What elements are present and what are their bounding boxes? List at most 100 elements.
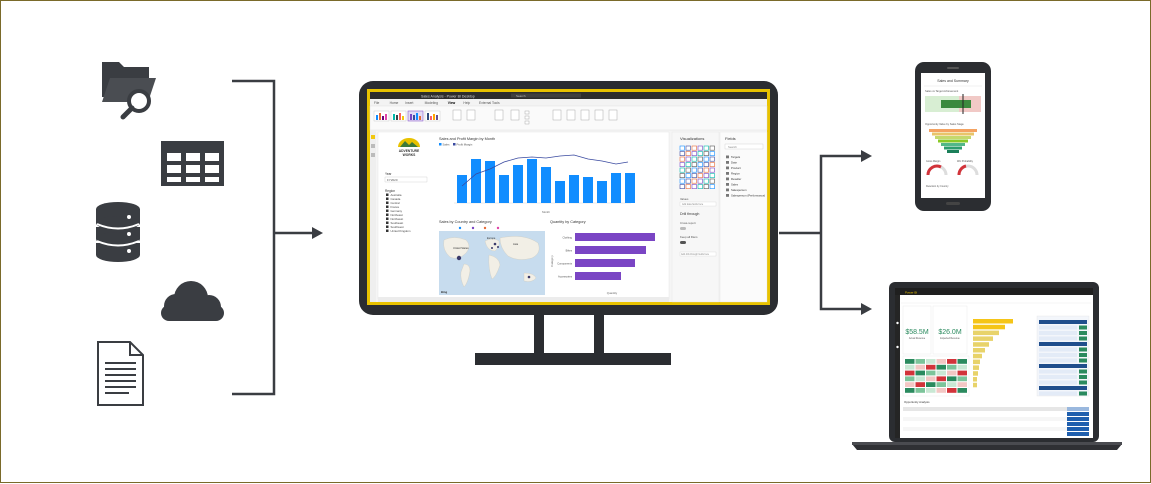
- visual-type-icon[interactable]: [697, 145, 703, 151]
- visual-type-icon[interactable]: [709, 167, 715, 173]
- visual-type-icon[interactable]: [685, 162, 691, 167]
- laptop-heat-cell: [905, 370, 915, 376]
- region-checkbox[interactable]: [386, 217, 389, 221]
- visual-type-icon[interactable]: [679, 173, 685, 178]
- chart1-bar[interactable]: [597, 181, 607, 203]
- ribbon-tab[interactable]: View: [448, 101, 456, 105]
- chart1-bar[interactable]: [555, 181, 565, 203]
- visual-type-icon[interactable]: [697, 173, 703, 178]
- visual-type-icon[interactable]: [679, 178, 685, 184]
- visual-type-icon[interactable]: [709, 184, 715, 189]
- visual-type-icon[interactable]: [697, 184, 703, 189]
- ribbon-tab[interactable]: Home: [390, 101, 399, 105]
- visual-type-icon[interactable]: [685, 178, 691, 184]
- ribbon-tab[interactable]: Insert: [405, 101, 413, 105]
- visual-type-icon[interactable]: [709, 173, 715, 178]
- visual-type-icon[interactable]: [697, 167, 703, 173]
- visual-type-icon[interactable]: [679, 167, 685, 173]
- chart1-bar[interactable]: [541, 167, 551, 203]
- visual-type-icon[interactable]: [703, 184, 709, 189]
- visual-type-icon[interactable]: [697, 151, 703, 156]
- visual-type-icon[interactable]: [691, 173, 697, 178]
- visual-type-icon[interactable]: [709, 156, 715, 162]
- chart1-bar[interactable]: [527, 159, 537, 203]
- region-checkbox[interactable]: [386, 201, 389, 205]
- chart1-bar[interactable]: [513, 165, 523, 203]
- ribbon-tab[interactable]: Help: [463, 101, 470, 105]
- visual-type-icon[interactable]: [709, 178, 715, 184]
- region-checkbox[interactable]: [386, 193, 389, 197]
- region-checkbox[interactable]: [386, 205, 389, 209]
- visual-type-icon[interactable]: [691, 162, 697, 167]
- visual-type-icon[interactable]: [703, 145, 709, 151]
- ribbon-tab[interactable]: File: [374, 101, 379, 105]
- visual-type-icon[interactable]: [691, 156, 697, 162]
- visual-type-icon[interactable]: [679, 145, 685, 151]
- visual-type-icon[interactable]: [685, 173, 691, 178]
- region-checkbox[interactable]: [386, 221, 389, 225]
- visual-type-icon[interactable]: [691, 184, 697, 189]
- visual-type-icon[interactable]: [703, 178, 709, 184]
- field-table[interactable]: Date: [731, 161, 737, 165]
- visual-type-icon[interactable]: [697, 162, 703, 167]
- chart3-bar[interactable]: [575, 233, 655, 241]
- visual-type-icon[interactable]: [679, 162, 685, 167]
- chart1-bar[interactable]: [611, 173, 621, 203]
- chart3-bar[interactable]: [575, 272, 621, 280]
- cross-report-toggle[interactable]: [680, 227, 686, 230]
- visual-type-icon[interactable]: [685, 156, 691, 162]
- ribbon-tab[interactable]: External Tools: [479, 101, 500, 105]
- visual-type-icon[interactable]: [703, 151, 709, 156]
- visual-type-icon[interactable]: [709, 162, 715, 167]
- field-table[interactable]: Salesperson (Performance): [731, 194, 765, 198]
- laptop-bar: [973, 371, 978, 376]
- chart1-bar[interactable]: [625, 173, 635, 203]
- visual-type-icon[interactable]: [703, 156, 709, 162]
- visual-type-icon[interactable]: [703, 162, 709, 167]
- chart1-bar[interactable]: [583, 177, 593, 203]
- field-table[interactable]: Region: [731, 172, 740, 176]
- field-table[interactable]: Salesperson: [731, 188, 747, 192]
- visual-type-icon[interactable]: [703, 167, 709, 173]
- region-checkbox[interactable]: [386, 197, 389, 201]
- keep-filters-toggle[interactable]: [680, 241, 686, 244]
- visual-type-icon[interactable]: [685, 145, 691, 151]
- field-table[interactable]: Reseller: [731, 177, 741, 181]
- phone-title: Sales and Summary: [937, 79, 969, 83]
- field-table[interactable]: Targets: [731, 155, 741, 159]
- visual-type-icon[interactable]: [697, 156, 703, 162]
- visual-type-icon[interactable]: [703, 173, 709, 178]
- visual-type-icon[interactable]: [679, 184, 685, 189]
- laptop-table-row: [903, 412, 1089, 416]
- search-box[interactable]: Search: [516, 94, 526, 98]
- chart1-bar[interactable]: [471, 159, 481, 203]
- region-checkbox[interactable]: [386, 213, 389, 217]
- chart1-bar[interactable]: [499, 175, 509, 203]
- field-table-icon: [726, 183, 729, 186]
- region-checkbox[interactable]: [386, 229, 389, 233]
- visual-type-icon[interactable]: [691, 178, 697, 184]
- visual-type-icon[interactable]: [685, 151, 691, 156]
- field-table[interactable]: Product: [731, 166, 741, 170]
- laptop-side-flag: [1079, 375, 1087, 379]
- laptop-heat-cell: [947, 388, 957, 393]
- ribbon-tab[interactable]: Modeling: [425, 101, 439, 105]
- visual-type-icon[interactable]: [685, 184, 691, 189]
- chart1-bar[interactable]: [457, 175, 467, 203]
- region-checkbox[interactable]: [386, 225, 389, 229]
- visual-type-icon[interactable]: [697, 178, 703, 184]
- visual-type-icon[interactable]: [691, 167, 697, 173]
- visual-type-icon[interactable]: [709, 151, 715, 156]
- region-checkbox[interactable]: [386, 209, 389, 213]
- chart3-bar[interactable]: [575, 259, 635, 267]
- chart1-bar[interactable]: [569, 175, 579, 203]
- chart3-bar[interactable]: [575, 246, 646, 254]
- laptop-bar: [973, 353, 982, 359]
- visual-type-icon[interactable]: [679, 156, 685, 162]
- visual-type-icon[interactable]: [685, 167, 691, 173]
- visual-type-icon[interactable]: [709, 145, 715, 151]
- visual-type-icon[interactable]: [679, 151, 685, 156]
- visual-type-icon[interactable]: [691, 145, 697, 151]
- field-table[interactable]: Sales: [731, 183, 739, 187]
- visual-type-icon[interactable]: [691, 151, 697, 156]
